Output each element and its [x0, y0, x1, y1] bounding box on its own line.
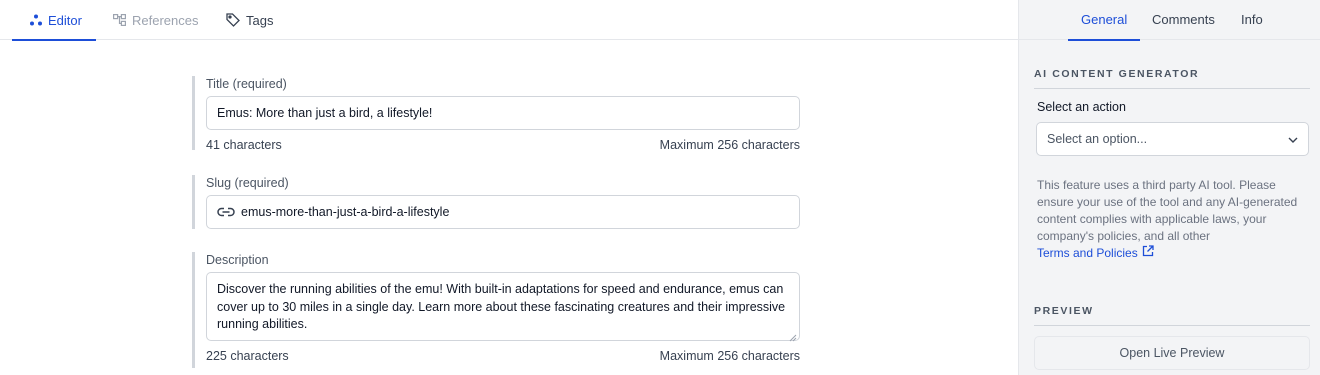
tag-icon — [226, 13, 240, 27]
slug-input[interactable]: emus-more-than-just-a-bird-a-lifestyle — [206, 195, 800, 229]
description-meta: 225 characters Maximum 256 characters — [206, 348, 800, 364]
description-field-group: Description Discover the running abiliti… — [192, 252, 800, 368]
resize-handle-icon[interactable] — [789, 330, 797, 342]
side-tab-bar: General Comments Info — [1019, 0, 1320, 41]
ai-disclaimer: This feature uses a third party AI tool.… — [1037, 178, 1298, 243]
terms-and-policies-link[interactable]: Terms and Policies — [1037, 245, 1154, 260]
side-panel: General Comments Info AI CONTENT GENERAT… — [1018, 0, 1320, 375]
title-meta: 41 characters Maximum 256 characters — [206, 137, 800, 153]
action-select[interactable]: Select an option... — [1036, 122, 1309, 156]
title-input[interactable]: Emus: More than just a bird, a lifestyle… — [206, 96, 800, 130]
tab-tags[interactable]: Tags — [226, 0, 273, 40]
description-char-count: 225 characters — [206, 349, 289, 363]
description-textarea[interactable]: Discover the running abilities of the em… — [206, 272, 800, 342]
title-input-value: Emus: More than just a bird, a lifestyle… — [217, 106, 433, 120]
slug-field-group: Slug (required) emus-more-than-just-a-bi… — [192, 175, 800, 229]
description-label: Description — [206, 253, 269, 267]
link-icon — [217, 207, 235, 217]
preview-heading: PREVIEW — [1034, 305, 1310, 326]
tab-editor[interactable]: Editor — [12, 0, 96, 41]
chevron-down-icon — [1288, 132, 1298, 146]
action-select-label: Select an action — [1037, 100, 1126, 114]
editor-tab-bar: Editor References Tags — [0, 0, 1018, 41]
ai-generator-heading: AI CONTENT GENERATOR — [1034, 68, 1310, 89]
title-label: Title (required) — [206, 77, 287, 91]
description-max-chars: Maximum 256 characters — [659, 349, 800, 363]
tab-references[interactable]: References — [113, 0, 198, 40]
structure-icon — [113, 14, 126, 26]
tab-info[interactable]: Info — [1241, 0, 1263, 40]
tab-general[interactable]: General — [1067, 0, 1141, 41]
title-max-chars: Maximum 256 characters — [659, 138, 800, 152]
slug-label: Slug (required) — [206, 176, 289, 190]
hierarchy-icon — [30, 14, 42, 26]
tab-references-label: References — [132, 12, 199, 28]
action-select-value: Select an option... — [1047, 132, 1148, 146]
tab-tags-label: Tags — [246, 12, 274, 28]
tab-comments[interactable]: Comments — [1152, 0, 1215, 40]
slug-input-value: emus-more-than-just-a-bird-a-lifestyle — [241, 205, 450, 219]
description-textarea-value: Discover the running abilities of the em… — [217, 282, 786, 331]
terms-link-label: Terms and Policies — [1037, 245, 1138, 260]
open-live-preview-button[interactable]: Open Live Preview — [1034, 336, 1310, 370]
external-link-icon — [1142, 245, 1154, 260]
title-field-group: Title (required) Emus: More than just a … — [192, 76, 800, 153]
title-char-count: 41 characters — [206, 138, 282, 152]
tab-editor-label: Editor — [48, 12, 82, 28]
